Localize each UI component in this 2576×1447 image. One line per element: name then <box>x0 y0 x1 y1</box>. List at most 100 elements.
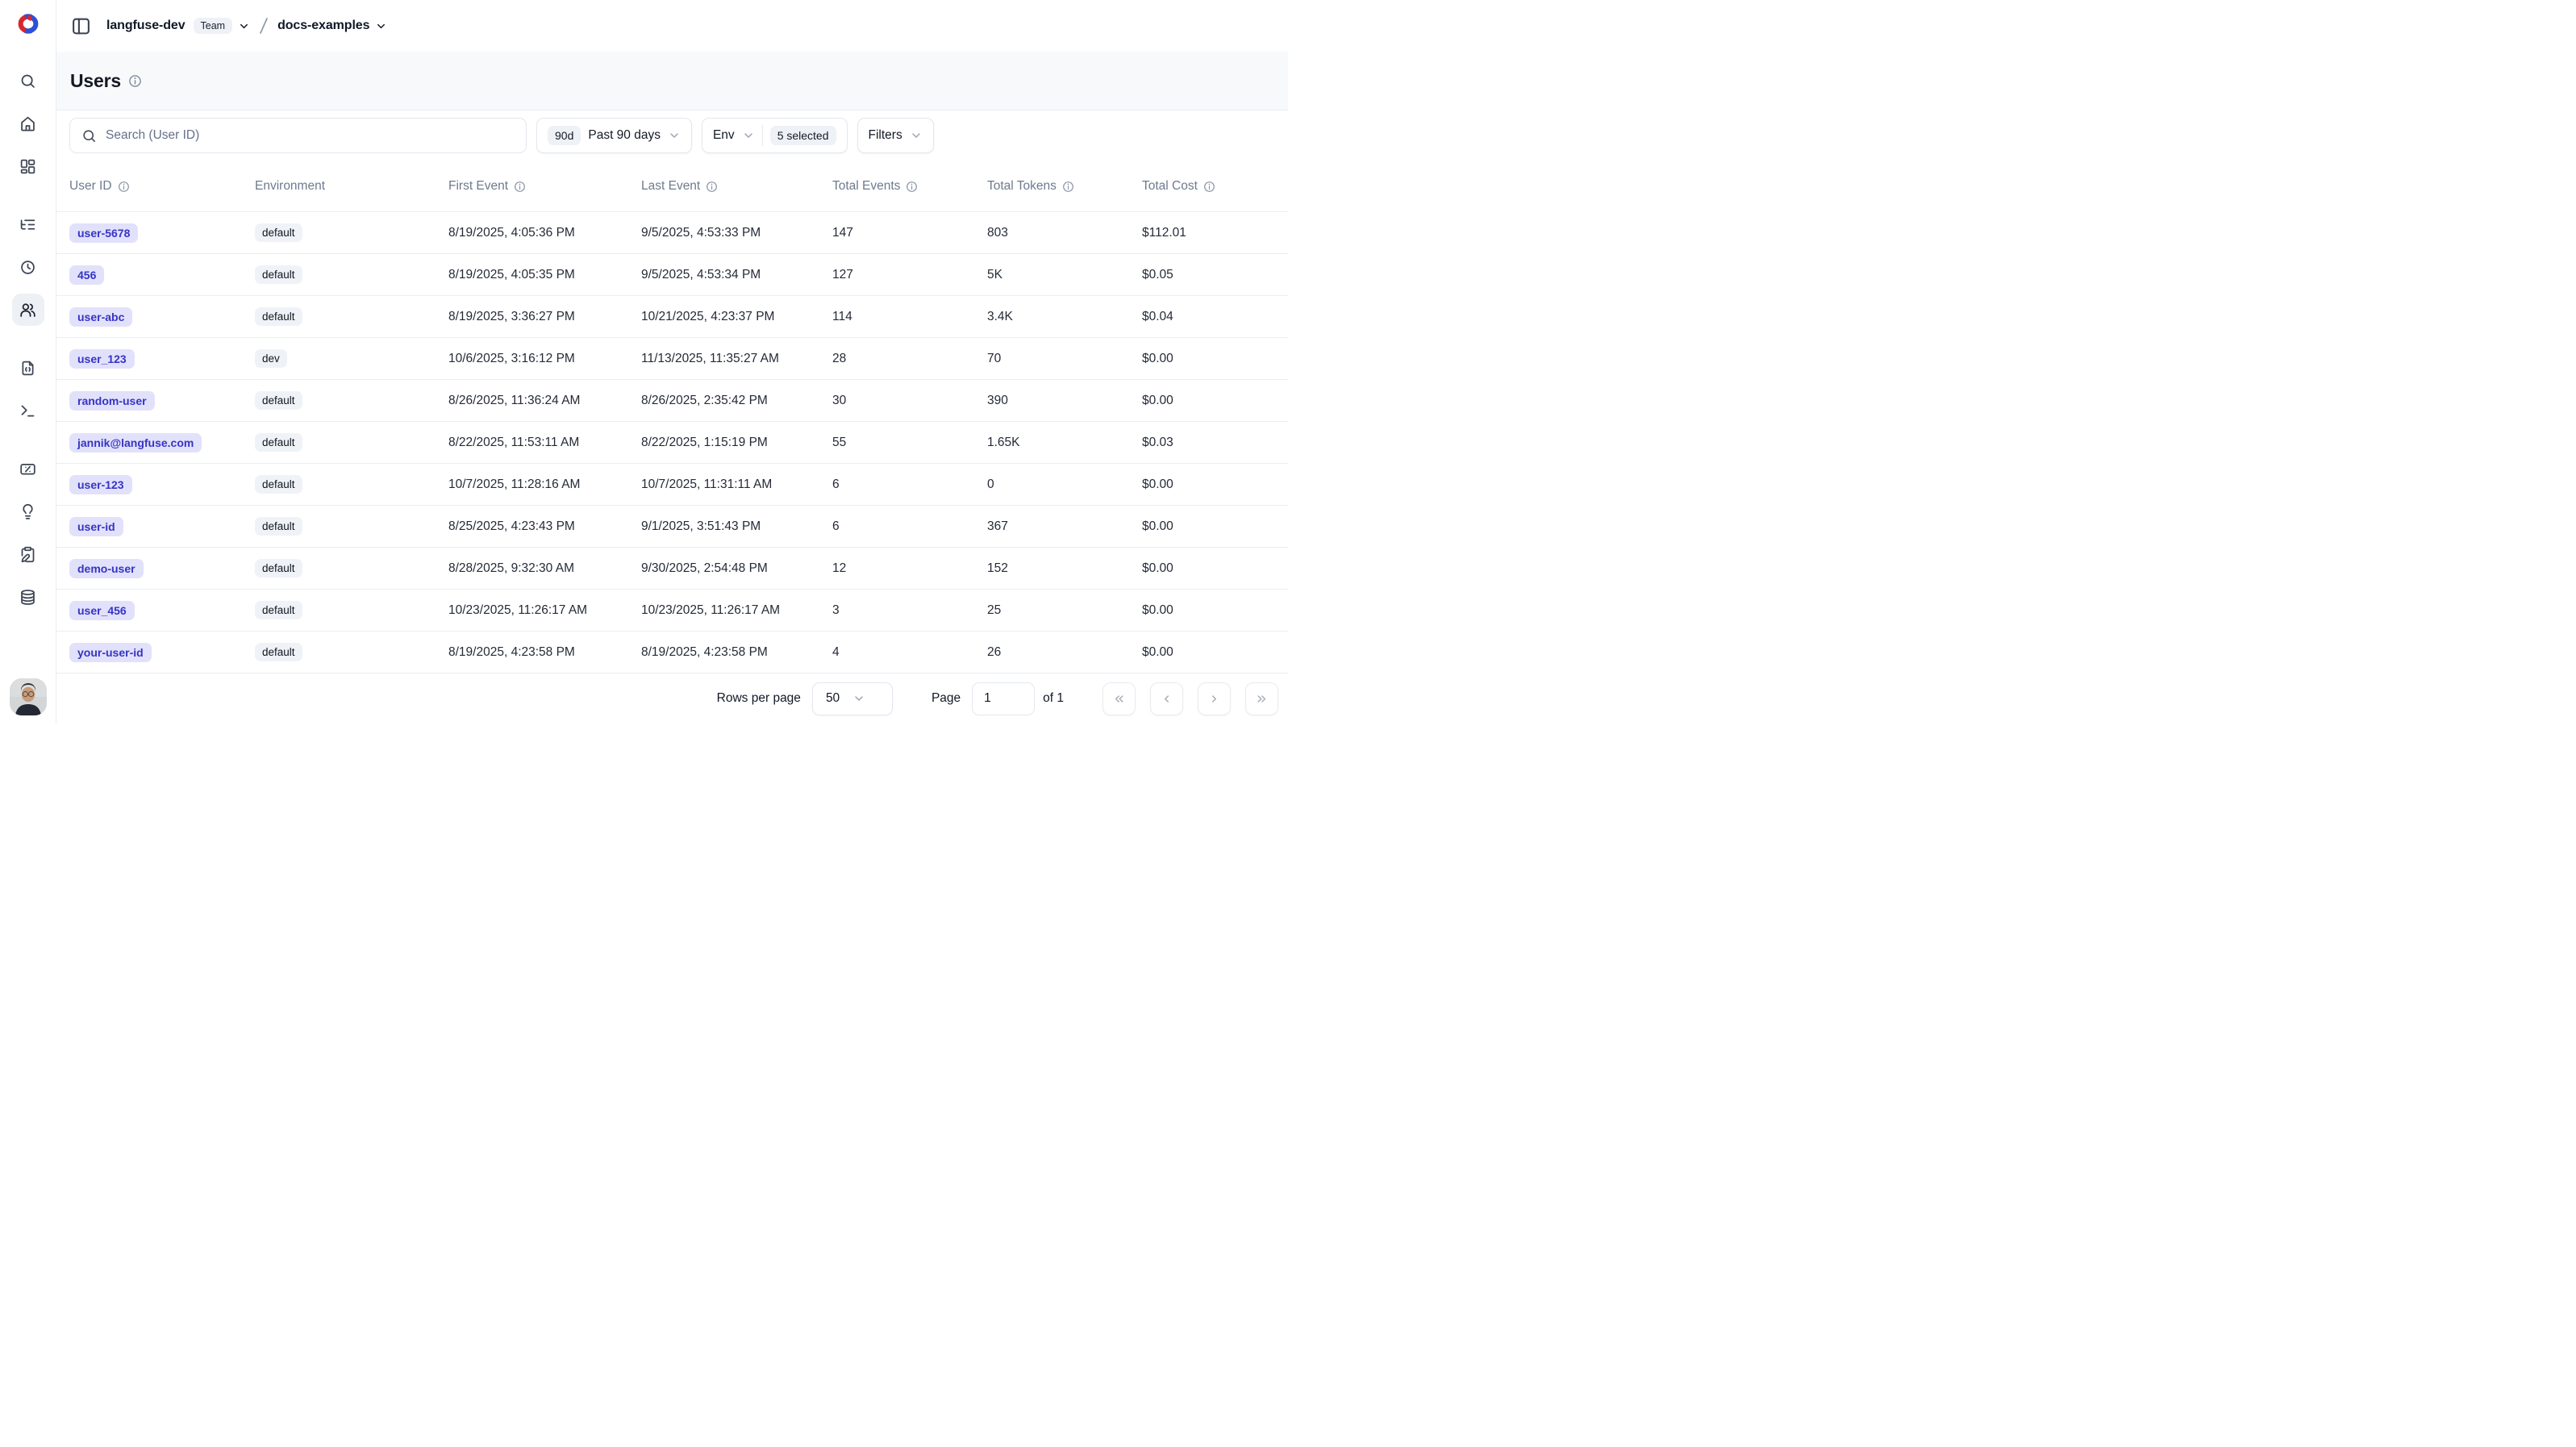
table-row[interactable]: random-user default 8/26/2025, 11:36:24 … <box>56 380 1288 422</box>
sidebar-item-evaluation[interactable] <box>12 538 44 570</box>
divider <box>762 125 763 146</box>
user-id-badge[interactable]: user-id <box>69 517 123 536</box>
next-page-button[interactable] <box>1198 682 1231 715</box>
table-row[interactable]: demo-user default 8/28/2025, 9:32:30 AM … <box>56 548 1288 590</box>
total-cost-cell: $0.00 <box>1142 394 1275 408</box>
table-row[interactable]: user-5678 default 8/19/2025, 4:05:36 PM … <box>56 212 1288 254</box>
sidebar-item-users[interactable] <box>12 294 44 326</box>
first-event-cell: 8/28/2025, 9:32:30 AM <box>448 561 641 576</box>
page-number-input[interactable] <box>972 682 1035 715</box>
environment-filter-button[interactable]: Env 5 selected <box>702 118 848 153</box>
table-row[interactable]: 456 default 8/19/2025, 4:05:35 PM 9/5/20… <box>56 254 1288 296</box>
total-tokens-cell: 367 <box>987 519 1142 534</box>
time-range-button[interactable]: 90d Past 90 days <box>536 118 692 153</box>
info-icon[interactable] <box>706 181 718 193</box>
column-header-total-tokens[interactable]: Total Tokens <box>987 179 1142 194</box>
table-row[interactable]: user-abc default 8/19/2025, 3:36:27 PM 1… <box>56 296 1288 338</box>
total-tokens-cell: 26 <box>987 645 1142 660</box>
filters-button[interactable]: Filters <box>857 118 934 153</box>
sidebar-item-tracing[interactable] <box>12 208 44 240</box>
user-id-badge[interactable]: user-abc <box>69 307 132 327</box>
last-event-cell: 9/1/2025, 3:51:43 PM <box>641 519 832 534</box>
table-row[interactable]: user_456 default 10/23/2025, 11:26:17 AM… <box>56 590 1288 632</box>
first-page-button[interactable] <box>1103 682 1136 715</box>
toolbar: 90d Past 90 days Env 5 selected Filters <box>56 111 1288 161</box>
table-row[interactable]: user-123 default 10/7/2025, 11:28:16 AM … <box>56 464 1288 506</box>
first-event-cell: 8/22/2025, 11:53:11 AM <box>448 436 641 450</box>
sidebar-item-prompts[interactable] <box>12 352 44 384</box>
total-events-cell: 55 <box>832 436 987 450</box>
total-events-cell: 127 <box>832 268 987 282</box>
total-tokens-cell: 0 <box>987 477 1142 492</box>
table-row[interactable]: your-user-id default 8/19/2025, 4:23:58 … <box>56 632 1288 673</box>
sidebar-item-insights[interactable] <box>12 495 44 528</box>
sidebar-item-datasets[interactable] <box>12 581 44 613</box>
rows-per-page-select[interactable]: 50 <box>812 682 893 715</box>
table-row[interactable]: user-id default 8/25/2025, 4:23:43 PM 9/… <box>56 506 1288 548</box>
user-id-cell: demo-user <box>69 559 255 578</box>
total-events-cell: 114 <box>832 310 987 324</box>
info-icon[interactable] <box>128 74 142 88</box>
column-header-user-id[interactable]: User ID <box>69 179 255 194</box>
last-page-button[interactable] <box>1245 682 1278 715</box>
chevron-down-icon[interactable] <box>375 20 387 32</box>
environment-cell: dev <box>255 349 448 368</box>
user-id-cell: user-123 <box>69 475 255 494</box>
user-id-badge[interactable]: 456 <box>69 265 104 285</box>
info-icon[interactable] <box>1203 181 1215 193</box>
user-id-badge[interactable]: demo-user <box>69 559 144 578</box>
user-id-badge[interactable]: your-user-id <box>69 643 152 662</box>
column-header-total-events[interactable]: Total Events <box>832 179 987 194</box>
rows-per-page-label: Rows per page <box>717 691 801 706</box>
table-row[interactable]: user_123 dev 10/6/2025, 3:16:12 PM 11/13… <box>56 338 1288 380</box>
project-name[interactable]: docs-examples <box>277 19 369 33</box>
pagination-bar: Rows per page 50 Page of 1 <box>56 673 1288 724</box>
column-header-total-cost[interactable]: Total Cost <box>1142 179 1275 194</box>
last-event-cell: 11/13/2025, 11:35:27 AM <box>641 352 832 366</box>
sidebar-item-search[interactable] <box>12 65 44 97</box>
workspace-name[interactable]: langfuse-dev <box>106 19 185 33</box>
first-event-cell: 10/23/2025, 11:26:17 AM <box>448 603 641 618</box>
info-icon[interactable] <box>118 181 130 193</box>
table-row[interactable]: jannik@langfuse.com default 8/22/2025, 1… <box>56 422 1288 464</box>
environment-cell: default <box>255 391 448 410</box>
user-id-cell: random-user <box>69 391 255 411</box>
previous-page-button[interactable] <box>1150 682 1183 715</box>
environment-cell: default <box>255 559 448 578</box>
langfuse-logo[interactable] <box>13 11 44 36</box>
user-id-badge[interactable]: user-5678 <box>69 223 138 243</box>
total-events-cell: 147 <box>832 226 987 240</box>
last-event-cell: 10/21/2025, 4:23:37 PM <box>641 310 832 324</box>
info-icon[interactable] <box>1062 181 1074 193</box>
first-event-cell: 10/7/2025, 11:28:16 AM <box>448 477 641 492</box>
user-avatar[interactable] <box>10 678 47 715</box>
column-header-environment[interactable]: Environment <box>255 179 448 194</box>
total-events-cell: 12 <box>832 561 987 576</box>
chevron-left-icon <box>1160 692 1173 706</box>
user-id-badge[interactable]: user_123 <box>69 349 135 369</box>
last-event-cell: 9/30/2025, 2:54:48 PM <box>641 561 832 576</box>
total-cost-cell: $0.00 <box>1142 561 1275 576</box>
user-id-cell: your-user-id <box>69 643 255 662</box>
sidebar-item-scores[interactable] <box>12 452 44 485</box>
sidebar-item-playground[interactable] <box>12 394 44 427</box>
user-id-badge[interactable]: user_456 <box>69 601 135 620</box>
column-header-first-event[interactable]: First Event <box>448 179 641 194</box>
search-input[interactable] <box>106 128 516 143</box>
user-id-badge[interactable]: jannik@langfuse.com <box>69 433 202 452</box>
env-selected-badge: 5 selected <box>770 126 836 145</box>
sidebar-item-dashboards[interactable] <box>12 150 44 182</box>
first-event-cell: 8/26/2025, 11:36:24 AM <box>448 394 641 408</box>
info-icon[interactable] <box>906 181 918 193</box>
total-tokens-cell: 1.65K <box>987 436 1142 450</box>
info-icon[interactable] <box>514 181 526 193</box>
user-id-badge[interactable]: random-user <box>69 391 155 411</box>
sidebar-item-sessions[interactable] <box>12 251 44 283</box>
sidebar-item-home[interactable] <box>12 107 44 140</box>
user-id-cell: 456 <box>69 265 255 285</box>
column-header-last-event[interactable]: Last Event <box>641 179 832 194</box>
chevron-down-icon[interactable] <box>238 20 250 32</box>
user-id-badge[interactable]: user-123 <box>69 475 132 494</box>
sidebar-toggle-button[interactable] <box>71 16 91 36</box>
last-event-cell: 8/26/2025, 2:35:42 PM <box>641 394 832 408</box>
